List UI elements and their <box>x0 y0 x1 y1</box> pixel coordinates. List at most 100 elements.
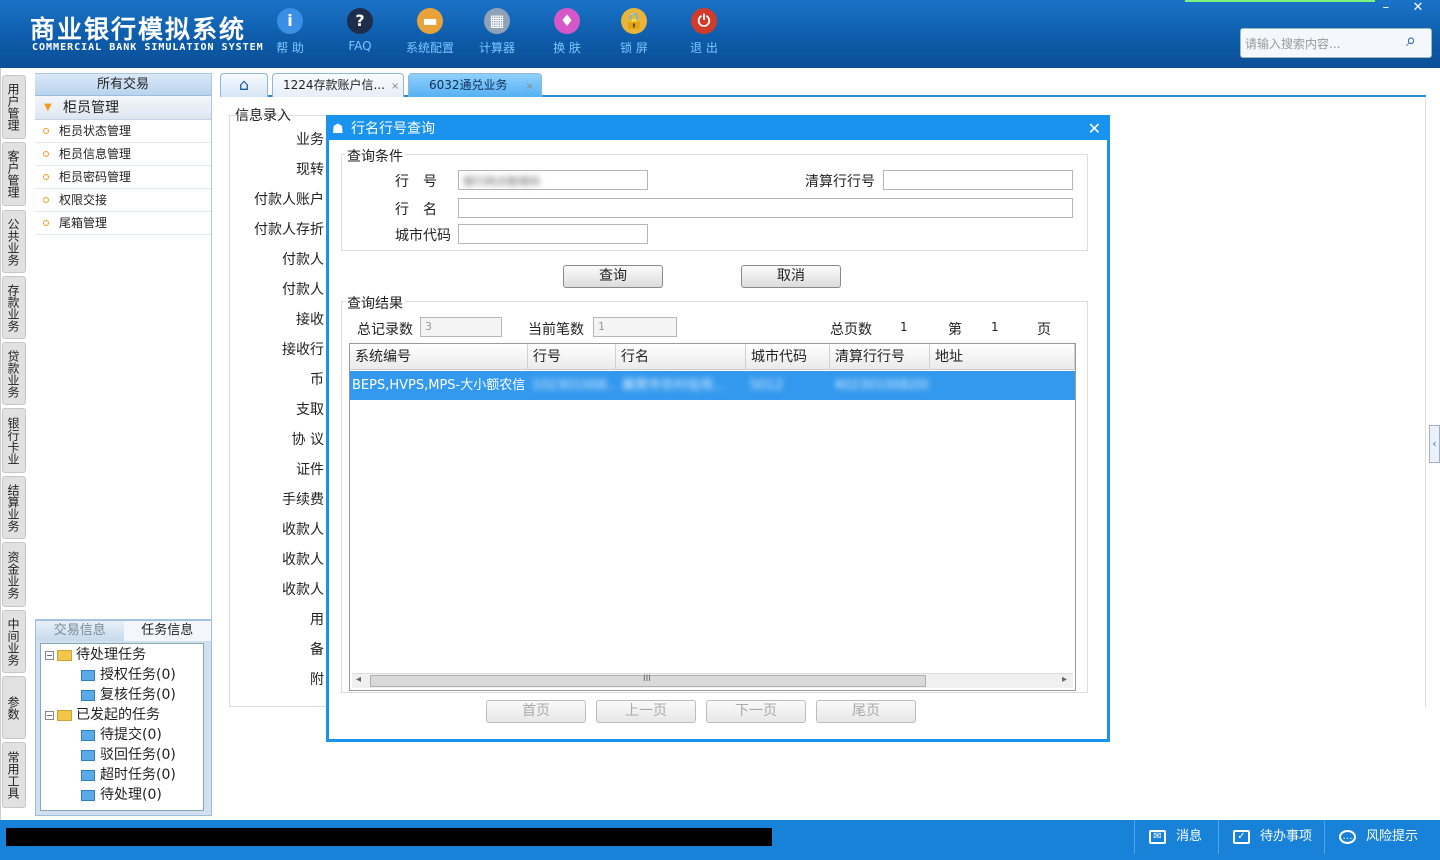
tree-node[interactable]: 授权任务(0) <box>81 665 176 685</box>
module-tab-9[interactable]: 参数 <box>2 676 26 739</box>
tree-node[interactable]: 待处理(0) <box>81 785 162 805</box>
scroll-right-icon[interactable]: ▸ <box>1062 674 1067 685</box>
module-tab-6[interactable]: 结算业务 <box>2 476 26 539</box>
nav-group-teller[interactable]: ▼ 柜员管理 <box>35 96 211 120</box>
module-tabs: 用户管理客户管理公共业务存款业务贷款业务银行卡业务结算业务资金业务中间业务参数常… <box>0 70 30 810</box>
sidebar-item[interactable]: 柜员信息管理 <box>35 143 211 166</box>
tree-node-label: 驳回任务(0) <box>100 747 176 763</box>
tree-node[interactable]: − 待处理任务 <box>45 645 146 665</box>
sidebar-item-label: 柜员信息管理 <box>59 147 132 161</box>
toolbar-toolbox-button[interactable]: ▬ 系统配置 <box>400 8 460 56</box>
tab-transaction-info[interactable]: 交易信息 <box>36 621 124 641</box>
tab-deposit-account[interactable]: 1224存款账户信... × <box>272 73 404 97</box>
column-header[interactable]: 系统编号 <box>350 344 528 370</box>
scroll-left-icon[interactable]: ◂ <box>356 674 361 685</box>
sidebar-item-label: 尾箱管理 <box>59 216 108 230</box>
task-panel: 交易信息 任务信息 − 待处理任务 授权任务(0) 复核任务(0) − 已发起的任务待提交… <box>35 620 212 816</box>
collapse-icon[interactable]: − <box>45 710 54 720</box>
app-subtitle: COMMERCIAL BANK SIMULATION SYSTEM <box>32 42 264 53</box>
toolbar-label: 计算器 <box>478 41 515 55</box>
cell-clearing-no: 402301008208 <box>834 378 928 393</box>
status-bar: ✉ 消息 ✓ 待办事项 … 风险提示 <box>0 820 1440 860</box>
dialog-title: 行名行号查询 <box>351 121 435 137</box>
messages-button[interactable]: ✉ 消息 <box>1134 820 1224 854</box>
column-header[interactable]: 清算行行号 <box>830 344 930 370</box>
tab-home[interactable]: ⌂ <box>220 73 268 97</box>
module-tab-5[interactable]: 银行卡业务 <box>2 408 26 473</box>
tree-node[interactable]: − 已发起的任务 <box>45 705 160 725</box>
bullet-icon <box>43 174 49 180</box>
toolbar-calculator-button[interactable]: ▦ 计算器 <box>467 8 527 56</box>
toolbox-icon: ▬ <box>417 8 443 34</box>
horizontal-scrollbar[interactable]: ◂ III ▸ <box>352 673 1073 688</box>
form-legend: 信息录入 <box>235 108 291 124</box>
toolbar-help-button[interactable]: i 帮 助 <box>260 8 320 56</box>
first-page-button[interactable]: 首页 <box>486 700 586 723</box>
sidebar-item[interactable]: 尾箱管理 <box>35 212 211 235</box>
cell-bank-name: 襄樊市农村信用... <box>622 378 726 393</box>
module-tab-4[interactable]: 贷款业务 <box>2 342 26 405</box>
sidebar-item[interactable]: 柜员密码管理 <box>35 166 211 189</box>
help-icon: i <box>277 8 303 34</box>
task-tree: − 待处理任务 授权任务(0) 复核任务(0) − 已发起的任务待提交(0) 驳回任务(0)… <box>40 643 204 811</box>
toolbar-label: 锁 屏 <box>620 41 648 55</box>
total-pages-value: 1 <box>900 320 908 334</box>
module-tab-3[interactable]: 存款业务 <box>2 276 26 339</box>
task-icon <box>81 669 95 681</box>
collapse-icon[interactable]: − <box>45 650 54 660</box>
lock-icon: 🔒 <box>621 8 647 34</box>
tree-node[interactable]: 复核任务(0) <box>81 685 176 705</box>
module-tab-7[interactable]: 资金业务 <box>2 542 26 607</box>
toolbar-power-button[interactable]: ⏻ 退 出 <box>674 8 734 56</box>
column-header[interactable]: 行名 <box>616 344 746 370</box>
toolbar-label: 系统配置 <box>405 41 454 55</box>
tree-node[interactable]: 待提交(0) <box>81 725 162 745</box>
module-tab-10[interactable]: 常用工具 <box>2 742 26 808</box>
tree-node[interactable]: 驳回任务(0) <box>81 745 176 765</box>
toolbar-skin-button[interactable]: ♦ 换 肤 <box>537 8 597 56</box>
module-tab-1[interactable]: 客户管理 <box>2 142 26 206</box>
bank-name-field[interactable] <box>458 198 1073 218</box>
close-tab-icon[interactable]: × <box>391 81 399 92</box>
nav-header[interactable]: 所有交易 <box>35 74 211 96</box>
close-icon[interactable]: ✕ <box>1088 118 1101 140</box>
last-page-button[interactable]: 尾页 <box>816 700 916 723</box>
sidebar-item[interactable]: 权限交接 <box>35 189 211 212</box>
next-page-button[interactable]: 下一页 <box>706 700 806 723</box>
bank-no-field[interactable]: 银行网点联络码 <box>458 170 648 190</box>
nav-items: 柜员状态管理柜员信息管理柜员密码管理 权限交接尾箱管理 <box>35 120 211 235</box>
toolbar-lock-button[interactable]: 🔒 锁 屏 <box>604 8 664 56</box>
total-records-label: 总记录数 <box>357 322 413 338</box>
form-field-label: 付款人存折 <box>254 222 324 238</box>
query-button[interactable]: 查询 <box>563 265 663 288</box>
cell-bank-no: 102301008... <box>532 378 614 393</box>
form-field-label: 付款人账户 <box>254 192 324 208</box>
tree-node[interactable]: 超时任务(0) <box>81 765 176 785</box>
search-icon[interactable]: ⌕ <box>1406 30 1416 51</box>
clearing-no-field[interactable] <box>883 170 1073 190</box>
tree-node-label: 已发起的任务 <box>76 707 160 723</box>
risk-alert-button[interactable]: … 风险提示 <box>1324 820 1440 854</box>
faq-icon: ? <box>347 8 373 34</box>
search-input[interactable]: 请输入搜索内容... <box>1240 28 1432 58</box>
module-tab-0[interactable]: 用户管理 <box>2 75 26 139</box>
close-window-button[interactable]: ✕ <box>1404 0 1432 15</box>
cancel-button[interactable]: 取消 <box>741 265 841 288</box>
column-header[interactable]: 城市代码 <box>746 344 830 370</box>
sidebar-item[interactable]: 柜员状态管理 <box>35 120 211 143</box>
tab-cash-exchange[interactable]: 6032通兑业务 × <box>408 73 542 97</box>
tab-task-info[interactable]: 任务信息 <box>123 621 211 641</box>
module-tab-8[interactable]: 中间业务 <box>2 610 26 673</box>
column-header[interactable]: 地址 <box>930 344 1075 370</box>
toolbar-faq-button[interactable]: ? FAQ <box>330 8 390 53</box>
scroll-thumb[interactable]: III <box>370 674 926 687</box>
column-header[interactable]: 行号 <box>528 344 616 370</box>
minimize-button[interactable]: – <box>1372 0 1400 15</box>
side-collapse-button[interactable]: ‹ <box>1429 425 1440 463</box>
module-tab-2[interactable]: 公共业务 <box>2 210 26 273</box>
todo-button[interactable]: ✓ 待办事项 <box>1218 820 1324 854</box>
prev-page-button[interactable]: 上一页 <box>596 700 696 723</box>
table-row[interactable]: BEPS,HVPS,MPS-大小额农信 102301008... 襄樊市农村信用… <box>350 371 1075 400</box>
close-tab-icon[interactable]: × <box>526 81 534 92</box>
city-code-field[interactable] <box>458 224 648 244</box>
